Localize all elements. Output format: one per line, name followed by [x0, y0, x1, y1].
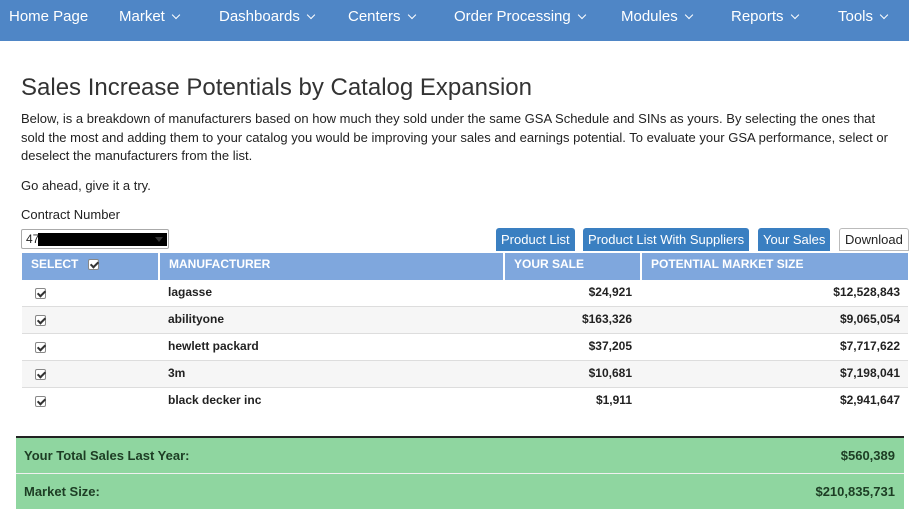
select-header: SELECT: [22, 253, 158, 280]
row-checkbox[interactable]: [35, 342, 46, 353]
market-size-row: Market Size: $210,835,731: [16, 473, 904, 509]
total-sales-value: $560,389: [840, 448, 895, 463]
market-size-label: Market Size:: [24, 484, 100, 499]
chevron-down-icon: [790, 10, 799, 20]
nav-reports[interactable]: Reports: [731, 0, 799, 33]
product-list-button[interactable]: Product List: [496, 228, 575, 251]
row-checkbox[interactable]: [35, 369, 46, 380]
potential-cell: $12,528,843: [833, 285, 900, 299]
row-checkbox[interactable]: [35, 288, 46, 299]
nav-home[interactable]: Home Page: [9, 0, 88, 33]
potential-cell: $7,717,622: [839, 339, 900, 353]
manufacturer-cell: hewlett packard: [168, 339, 259, 353]
nav-tools[interactable]: Tools: [838, 0, 889, 33]
table-row: hewlett packard $37,205 $7,717,622: [22, 334, 908, 361]
potential-cell: $2,941,647: [839, 393, 900, 407]
dropdown-arrow-icon: [155, 237, 163, 242]
page-title: Sales Increase Potentials by Catalog Exp…: [21, 74, 532, 101]
manufacturer-header[interactable]: MANUFACTURER: [158, 253, 503, 280]
top-nav: Home Page Market Dashboards Centers Orde…: [0, 0, 909, 41]
potential-cell: $9,065,054: [839, 312, 900, 326]
intro-text: Below, is a breakdown of manufacturers b…: [21, 111, 888, 163]
manufacturer-cell: black decker inc: [168, 393, 262, 407]
potential-header[interactable]: POTENTIAL MARKET SIZE: [640, 253, 908, 280]
nav-centers[interactable]: Centers: [348, 0, 416, 33]
potential-cell: $7,198,041: [839, 366, 900, 380]
chevron-down-icon: [684, 10, 693, 20]
nav-modules[interactable]: Modules: [621, 0, 693, 33]
your-sale-header[interactable]: YOUR SALE: [503, 253, 640, 280]
row-checkbox[interactable]: [35, 315, 46, 326]
chevron-down-icon: [171, 10, 181, 20]
chevron-down-icon: [879, 10, 889, 20]
your-sale-cell: $10,681: [588, 366, 632, 380]
your-sale-cell: $37,205: [588, 339, 632, 353]
download-button[interactable]: Download: [839, 228, 909, 251]
your-sale-cell: $24,921: [588, 285, 632, 299]
manufacturer-cell: abilityone: [168, 312, 225, 326]
row-checkbox[interactable]: [35, 396, 46, 407]
table-row: black decker inc $1,911 $2,941,647: [22, 388, 908, 415]
your-sale-cell: $1,911: [595, 393, 632, 407]
total-sales-label: Your Total Sales Last Year:: [24, 448, 190, 463]
select-all-checkbox[interactable]: [87, 259, 99, 271]
try-text: Go ahead, give it a try.: [21, 178, 151, 193]
totals-panel: Your Total Sales Last Year: $560,389 Mar…: [16, 436, 904, 509]
chevron-down-icon: [407, 10, 416, 20]
manufacturer-cell: 3m: [168, 366, 186, 380]
table-row: abilityone $163,326 $9,065,054: [22, 307, 908, 334]
contract-label: Contract Number: [21, 207, 120, 222]
table-header: SELECT MANUFACTURER YOUR SALE POTENTIAL …: [22, 253, 908, 280]
your-sales-button[interactable]: Your Sales: [758, 228, 831, 251]
nav-order-processing[interactable]: Order Processing: [454, 0, 586, 33]
product-list-suppliers-button[interactable]: Product List With Suppliers: [583, 228, 750, 251]
manufacturer-cell: lagasse: [168, 285, 213, 299]
nav-market[interactable]: Market: [119, 0, 181, 33]
chevron-down-icon: [577, 10, 586, 20]
nav-dashboards[interactable]: Dashboards: [219, 0, 316, 33]
chevron-down-icon: [306, 10, 316, 20]
table-row: lagasse $24,921 $12,528,843: [22, 280, 908, 307]
total-sales-row: Your Total Sales Last Year: $560,389: [16, 438, 904, 473]
table-row: 3m $10,681 $7,198,041: [22, 361, 908, 388]
market-size-value: $210,835,731: [815, 484, 895, 499]
your-sale-cell: $163,326: [581, 312, 632, 326]
contract-select[interactable]: 47: [21, 229, 169, 249]
redaction-bar: [38, 233, 167, 246]
